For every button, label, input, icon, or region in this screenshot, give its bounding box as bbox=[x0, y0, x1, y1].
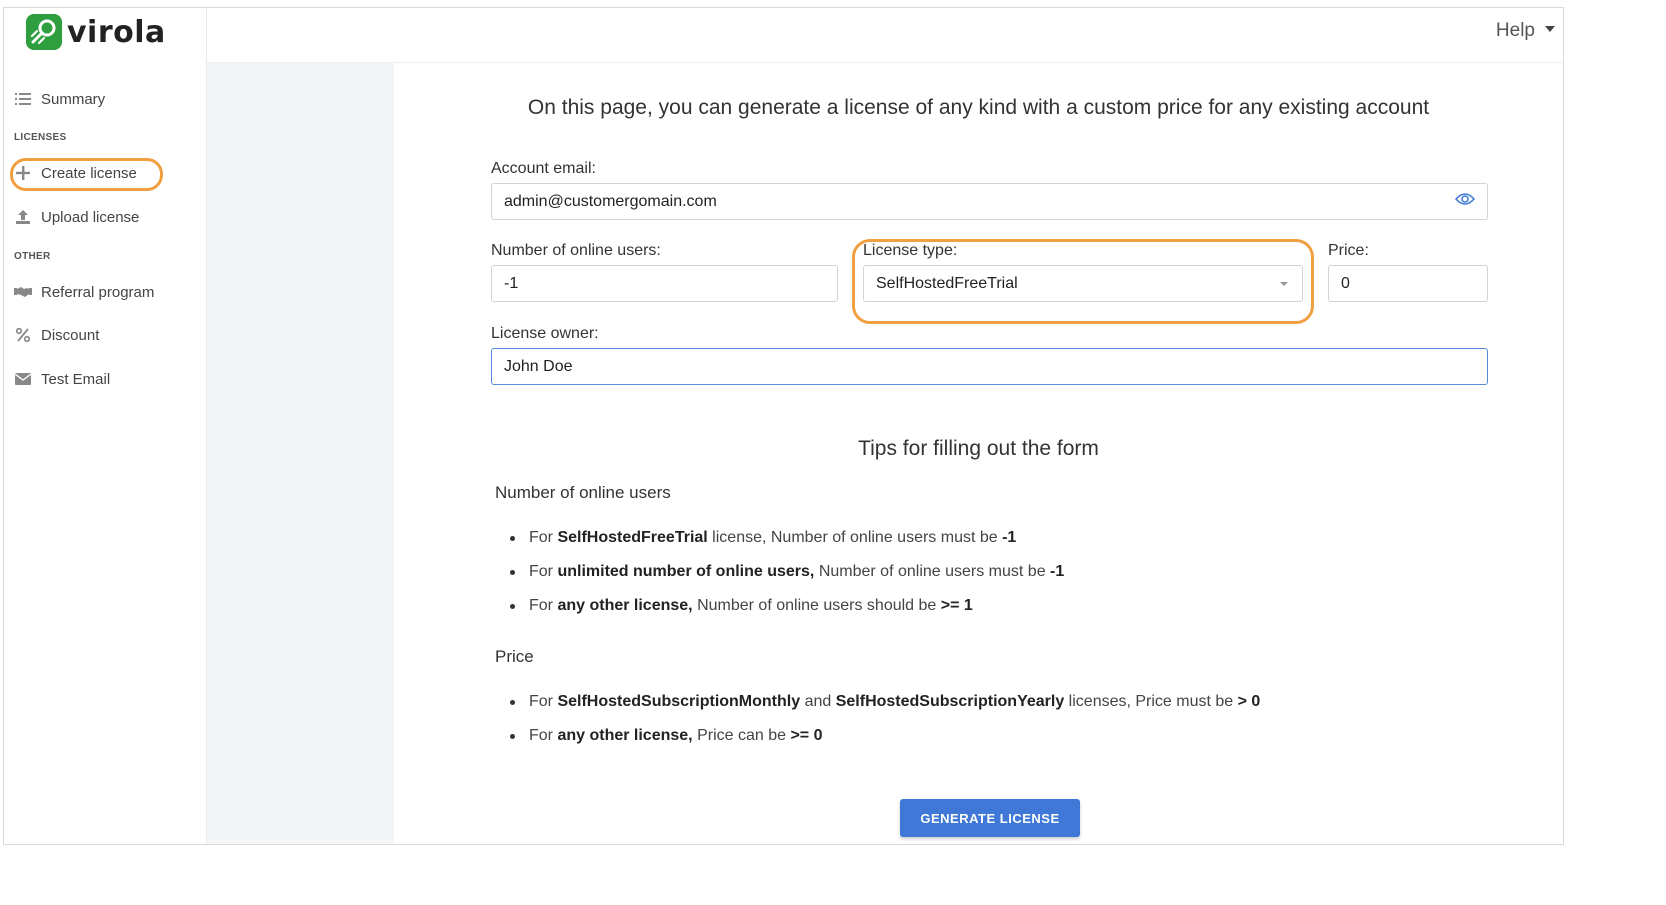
bullet-icon bbox=[510, 535, 515, 541]
license-type-value: SelfHostedFreeTrial bbox=[876, 274, 1018, 292]
tip-item: For SelfHostedSubscriptionMonthly and Se… bbox=[510, 693, 1260, 711]
main-content: On this page, you can generate a license… bbox=[394, 63, 1563, 844]
license-type-label: License type: bbox=[863, 242, 958, 259]
price-label: Price: bbox=[1328, 242, 1369, 259]
tip-item: For SelfHostedFreeTrial license, Number … bbox=[510, 529, 1016, 547]
sidebar-item-label: Discount bbox=[41, 326, 100, 344]
percent-icon bbox=[14, 326, 32, 344]
sidebar-item-label: Upload license bbox=[41, 208, 140, 226]
license-owner-label: License owner: bbox=[491, 325, 599, 342]
generate-license-button[interactable]: GENERATE LICENSE bbox=[900, 799, 1080, 837]
license-owner-field[interactable]: John Doe bbox=[491, 348, 1488, 385]
bullet-icon bbox=[510, 699, 515, 705]
tip-item: For any other license, Number of online … bbox=[510, 597, 973, 615]
handshake-icon bbox=[14, 283, 32, 301]
sidebar-item-create-license[interactable]: Create license bbox=[14, 158, 137, 188]
eye-icon bbox=[1454, 192, 1476, 211]
sidebar-item-upload-license[interactable]: Upload license bbox=[14, 202, 139, 232]
help-label: Help bbox=[1495, 20, 1535, 41]
sidebar-item-label: Summary bbox=[41, 90, 106, 108]
left-gray-panel bbox=[207, 63, 394, 844]
sidebar-item-summary[interactable]: Summary bbox=[14, 84, 105, 114]
sidebar-item-referral-program[interactable]: Referral program bbox=[14, 277, 154, 307]
app-window: virola Summary LICENSES Create license U… bbox=[3, 7, 1564, 845]
sidebar-item-label: Test Email bbox=[41, 370, 111, 388]
page-intro: On this page, you can generate a license… bbox=[527, 96, 1430, 119]
online-users-label: Number of online users: bbox=[491, 242, 661, 259]
tips-users-heading: Number of online users bbox=[495, 483, 671, 502]
sidebar-item-label: Create license bbox=[41, 164, 137, 182]
virola-logo-icon bbox=[26, 14, 62, 50]
plus-icon bbox=[14, 164, 32, 182]
section-licenses: LICENSES bbox=[14, 132, 67, 143]
sidebar: virola Summary LICENSES Create license U… bbox=[4, 8, 207, 844]
logo[interactable]: virola bbox=[26, 14, 166, 50]
account-email-label: Account email: bbox=[491, 160, 596, 177]
tip-item: For unlimited number of online users, Nu… bbox=[510, 563, 1064, 581]
sidebar-item-label: Referral program bbox=[41, 283, 155, 301]
upload-icon bbox=[14, 208, 32, 226]
license-type-select[interactable]: SelfHostedFreeTrial bbox=[863, 265, 1303, 302]
section-other: OTHER bbox=[14, 251, 51, 262]
sidebar-item-test-email[interactable]: Test Email bbox=[14, 364, 110, 394]
tips-title: Tips for filling out the form bbox=[858, 437, 1099, 460]
bullet-icon bbox=[510, 733, 515, 739]
online-users-field[interactable]: -1 bbox=[491, 265, 838, 302]
chevron-down-icon bbox=[1280, 282, 1288, 286]
tips-price-heading: Price bbox=[495, 647, 534, 666]
list-icon bbox=[14, 90, 32, 108]
account-email-field[interactable]: admin@customergomain.com bbox=[491, 183, 1444, 220]
show-email-button[interactable] bbox=[1443, 183, 1488, 220]
bullet-icon bbox=[510, 569, 515, 575]
envelope-icon bbox=[14, 370, 32, 388]
tip-item: For any other license, Price can be >= 0 bbox=[510, 727, 822, 745]
help-dropdown[interactable]: Help bbox=[1496, 20, 1555, 42]
chevron-down-icon bbox=[1545, 26, 1555, 32]
bullet-icon bbox=[510, 603, 515, 609]
logo-text: virola bbox=[67, 14, 166, 50]
sidebar-item-discount[interactable]: Discount bbox=[14, 320, 99, 350]
top-bar: Help bbox=[207, 8, 1563, 63]
price-field[interactable]: 0 bbox=[1328, 265, 1488, 302]
